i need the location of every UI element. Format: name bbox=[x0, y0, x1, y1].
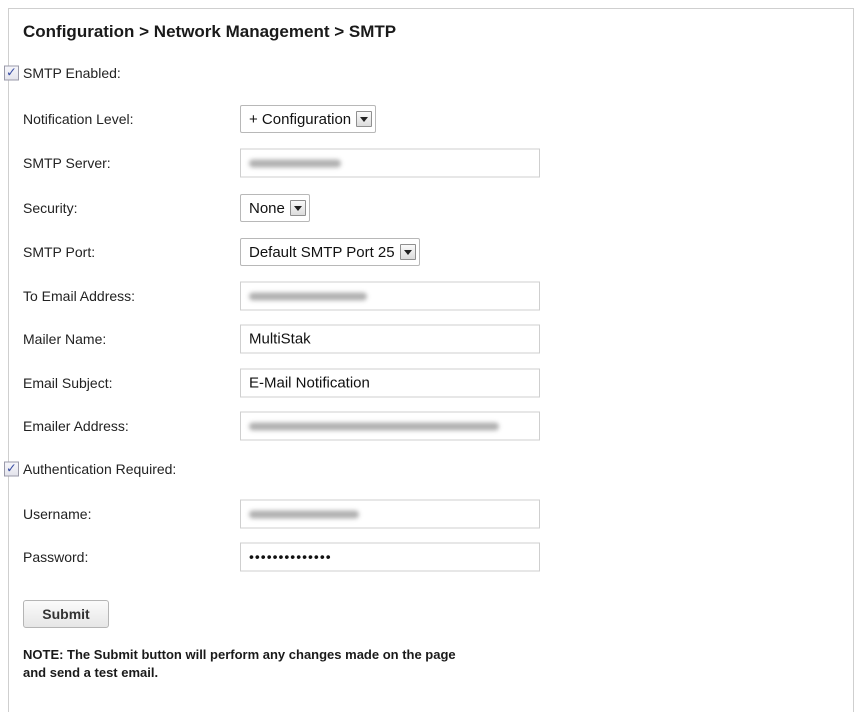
smtp-port-label: SMTP Port: bbox=[23, 244, 96, 260]
security-label: Security: bbox=[23, 200, 78, 216]
smtp-server-input[interactable] bbox=[240, 148, 540, 178]
mailer-name-label: Mailer Name: bbox=[23, 331, 107, 347]
username-input[interactable] bbox=[240, 499, 540, 529]
auth-required-label: Authentication Required: bbox=[23, 461, 177, 477]
email-subject-input[interactable]: E-Mail Notification bbox=[240, 368, 540, 398]
mailer-name-input[interactable]: MultiStak bbox=[240, 324, 540, 354]
page-title: Configuration > Network Management > SMT… bbox=[23, 22, 397, 41]
notification-level-label: Notification Level: bbox=[23, 111, 134, 127]
chevron-down-icon[interactable] bbox=[399, 244, 416, 260]
email-subject-row: Email Subject: E-Mail Notification bbox=[0, 366, 862, 400]
smtp-port-select[interactable]: Default SMTP Port 25 bbox=[240, 238, 420, 266]
redacted-value bbox=[249, 292, 367, 301]
auth-required-checkbox[interactable]: ✓ bbox=[4, 460, 19, 477]
security-value: None bbox=[249, 199, 285, 217]
redacted-value bbox=[249, 159, 341, 168]
note-text: NOTE: The Submit button will perform any… bbox=[23, 647, 456, 680]
to-email-input[interactable] bbox=[240, 281, 540, 311]
security-select[interactable]: None bbox=[240, 194, 310, 222]
email-subject-label: Email Subject: bbox=[23, 375, 113, 391]
mailer-name-row: Mailer Name: MultiStak bbox=[0, 322, 862, 356]
to-email-label: To Email Address: bbox=[23, 288, 136, 304]
emailer-address-label: Emailer Address: bbox=[23, 418, 129, 434]
smtp-enabled-checkbox[interactable]: ✓ bbox=[4, 64, 19, 81]
smtp-enabled-row: SMTP Enabled: ✓ bbox=[0, 56, 862, 90]
password-row: Password: •••••••••••••• bbox=[0, 540, 862, 574]
chevron-down-icon[interactable] bbox=[356, 111, 373, 127]
submit-button[interactable]: Submit bbox=[23, 600, 109, 628]
emailer-address-input[interactable] bbox=[240, 411, 540, 441]
redacted-value bbox=[249, 510, 359, 519]
emailer-address-row: Emailer Address: bbox=[0, 409, 862, 443]
password-label: Password: bbox=[23, 549, 89, 565]
chevron-down-icon[interactable] bbox=[289, 200, 306, 216]
username-label: Username: bbox=[23, 506, 92, 522]
smtp-port-value: Default SMTP Port 25 bbox=[249, 243, 395, 261]
checkmark-icon: ✓ bbox=[6, 64, 17, 80]
password-input[interactable]: •••••••••••••• bbox=[240, 542, 540, 572]
security-row: Security: None bbox=[0, 191, 862, 225]
smtp-server-label: SMTP Server: bbox=[23, 155, 111, 171]
smtp-port-row: SMTP Port: Default SMTP Port 25 bbox=[0, 235, 862, 269]
auth-required-row: Authentication Required: ✓ bbox=[0, 452, 862, 486]
notification-level-row: Notification Level: + Configuration bbox=[0, 102, 862, 136]
smtp-server-row: SMTP Server: bbox=[0, 146, 862, 180]
notification-level-select[interactable]: + Configuration bbox=[240, 105, 377, 133]
username-row: Username: bbox=[0, 497, 862, 531]
notification-level-value: + Configuration bbox=[249, 110, 352, 128]
redacted-value bbox=[249, 422, 499, 431]
smtp-enabled-label: SMTP Enabled: bbox=[23, 65, 121, 81]
to-email-row: To Email Address: bbox=[0, 279, 862, 313]
checkmark-icon: ✓ bbox=[6, 460, 17, 476]
